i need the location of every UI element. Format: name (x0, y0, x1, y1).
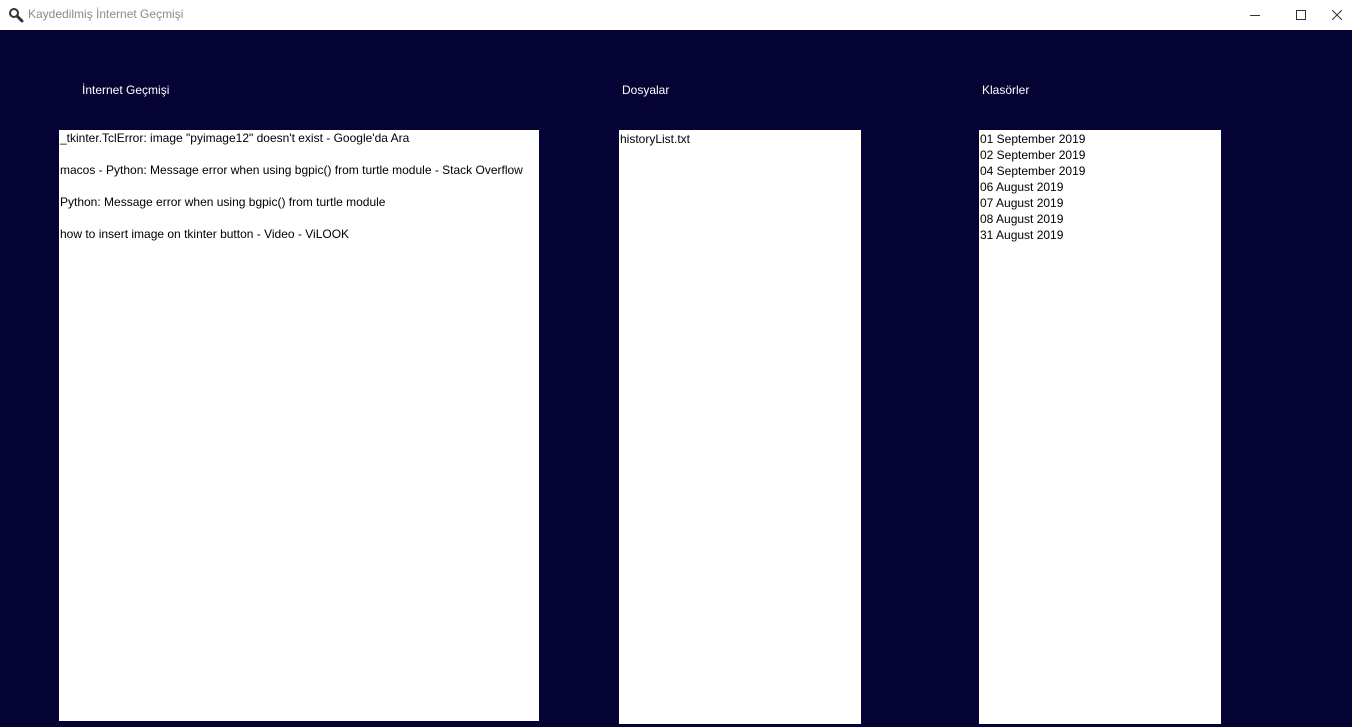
main-panel: İnternet Geçmişi Dosyalar Klasörler _tki… (0, 30, 1352, 727)
files-listbox[interactable]: historyList.txt (619, 130, 861, 724)
history-item[interactable]: Python: Message error when using bgpic()… (59, 194, 539, 226)
folder-item[interactable]: 07 August 2019 (979, 195, 1221, 211)
title-bar[interactable]: Kaydedilmiş İnternet Geçmişi (0, 0, 1352, 30)
folder-item[interactable]: 02 September 2019 (979, 147, 1221, 163)
history-item[interactable]: macos - Python: Message error when using… (59, 162, 539, 194)
folder-item[interactable]: 31 August 2019 (979, 227, 1221, 243)
folder-item[interactable]: 06 August 2019 (979, 179, 1221, 195)
history-listbox[interactable]: _tkinter.TclError: image "pyimage12" doe… (59, 130, 539, 721)
maximize-icon (1296, 10, 1306, 20)
minimize-button[interactable] (1232, 0, 1278, 30)
folder-item[interactable]: 08 August 2019 (979, 211, 1221, 227)
close-button[interactable] (1322, 0, 1352, 30)
search-icon (8, 7, 24, 23)
window-title: Kaydedilmiş İnternet Geçmişi (28, 7, 184, 21)
maximize-button[interactable] (1278, 0, 1324, 30)
history-item[interactable]: _tkinter.TclError: image "pyimage12" doe… (59, 130, 539, 162)
file-item[interactable]: historyList.txt (619, 131, 861, 147)
history-item[interactable]: how to insert image on tkinter button - … (59, 226, 539, 258)
history-label: İnternet Geçmişi (82, 83, 170, 97)
folder-item[interactable]: 04 September 2019 (979, 163, 1221, 179)
minimize-icon (1250, 15, 1260, 16)
folders-listbox[interactable]: 01 September 2019 02 September 2019 04 S… (979, 130, 1221, 724)
files-label: Dosyalar (622, 83, 670, 97)
folder-item[interactable]: 01 September 2019 (979, 131, 1221, 147)
close-icon (1332, 10, 1342, 20)
folders-label: Klasörler (982, 83, 1030, 97)
